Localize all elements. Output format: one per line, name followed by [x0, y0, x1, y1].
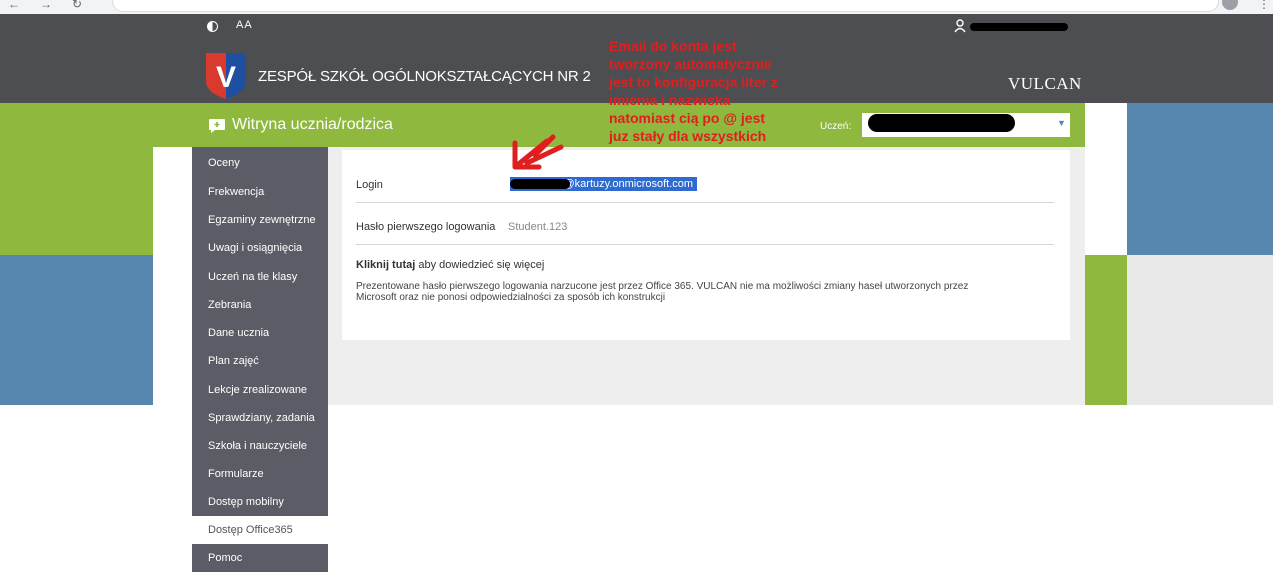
office365-card: Login k@kartuzy.onmicrosoft.com Hasło pi… — [342, 150, 1070, 340]
decor-block — [0, 103, 153, 255]
annotation-text: Email do konta jest tworzony automatyczn… — [609, 37, 778, 145]
contrast-icon[interactable] — [207, 21, 218, 32]
annotation-line: imienia i nazwiska — [609, 92, 731, 108]
sidebar-item-lekcje-zrealizowane[interactable]: Lekcje zrealizowane — [192, 376, 328, 404]
student-select-label: Uczeń: — [820, 121, 852, 132]
annotation-arrow-icon — [505, 133, 567, 171]
annotation-line: tworzony automatycznie — [609, 56, 772, 72]
sidebar-item-szkola[interactable]: Szkoła i nauczyciele — [192, 432, 328, 460]
annotation-line: juz stały dla wszystkich — [609, 128, 767, 144]
info-text-line2: Microsoft oraz nie ponosi odpowiedzialno… — [356, 292, 666, 303]
divider — [356, 244, 1054, 245]
decor-block — [1127, 255, 1273, 405]
sidebar-item-uczen-na-tle-klasy[interactable]: Uczeń na tle klasy — [192, 263, 328, 291]
portal-title: Witryna ucznia/rodzica — [232, 116, 393, 133]
password-value: Student.123 — [508, 221, 568, 233]
sidebar-item-dostep-mobilny[interactable]: Dostęp mobilny — [192, 488, 328, 516]
sidebar-item-sprawdziany[interactable]: Sprawdziany, zadania — [192, 404, 328, 432]
password-label: Hasło pierwszego logowania — [356, 221, 496, 233]
sidebar-item-zebrania[interactable]: Zebrania — [192, 291, 328, 319]
divider — [356, 202, 1054, 203]
font-size-toggle[interactable]: AA — [236, 19, 253, 31]
sidebar-item-oceny[interactable]: Oceny — [192, 149, 328, 177]
vulcan-brand: VULCAN — [1008, 74, 1082, 93]
back-icon[interactable]: ← — [8, 0, 20, 11]
sidebar: Oceny Frekwencja Egzaminy zewnętrzne Uwa… — [192, 147, 328, 572]
sidebar-item-dane-ucznia[interactable]: Dane ucznia — [192, 319, 328, 347]
redacted-login — [510, 179, 570, 189]
redacted-username — [970, 23, 1068, 31]
menu-icon[interactable]: ⋮ — [1258, 0, 1270, 11]
sidebar-item-formularze[interactable]: Formularze — [192, 460, 328, 488]
login-label: Login — [356, 179, 383, 191]
more-info-link[interactable]: Kliknij tutaj — [356, 259, 415, 271]
annotation-line: Email do konta jest — [609, 38, 737, 54]
decor-block — [1085, 255, 1127, 405]
chat-icon — [208, 118, 226, 134]
user-icon[interactable] — [954, 19, 966, 33]
decor-block — [0, 255, 153, 405]
info-text-line1: Prezentowane hasło pierwszego logowania … — [356, 281, 969, 292]
annotation-line: natomiast cią po @ jest — [609, 110, 766, 126]
address-bar[interactable] — [112, 0, 1219, 12]
more-info-text: Kliknij tutaj aby dowiedzieć się więcej — [356, 259, 544, 271]
reload-icon[interactable]: ↻ — [72, 0, 82, 11]
decor-block — [1127, 103, 1273, 255]
sidebar-item-frekwencja[interactable]: Frekwencja — [192, 178, 328, 206]
redacted-student-name — [868, 114, 1015, 132]
chevron-down-icon[interactable]: ▼ — [1057, 118, 1066, 128]
annotation-line: jest to konfiguracja liter z — [609, 74, 778, 90]
sidebar-item-office365[interactable]: Dostęp Office365 — [192, 516, 328, 544]
more-info-rest: aby dowiedzieć się więcej — [415, 259, 545, 271]
forward-icon[interactable]: → — [40, 0, 52, 11]
sidebar-item-uwagi[interactable]: Uwagi i osiągnięcia — [192, 234, 328, 262]
school-logo: V — [206, 53, 246, 99]
svg-text:V: V — [216, 61, 236, 94]
sidebar-item-pomoc[interactable]: Pomoc — [192, 544, 328, 572]
school-name: ZESPÓŁ SZKÓŁ OGÓLNOKSZTAŁCĄCYCH NR 2 — [258, 68, 591, 85]
sidebar-item-egzaminy[interactable]: Egzaminy zewnętrzne — [192, 206, 328, 234]
sidebar-item-plan-zajec[interactable]: Plan zajęć — [192, 347, 328, 375]
